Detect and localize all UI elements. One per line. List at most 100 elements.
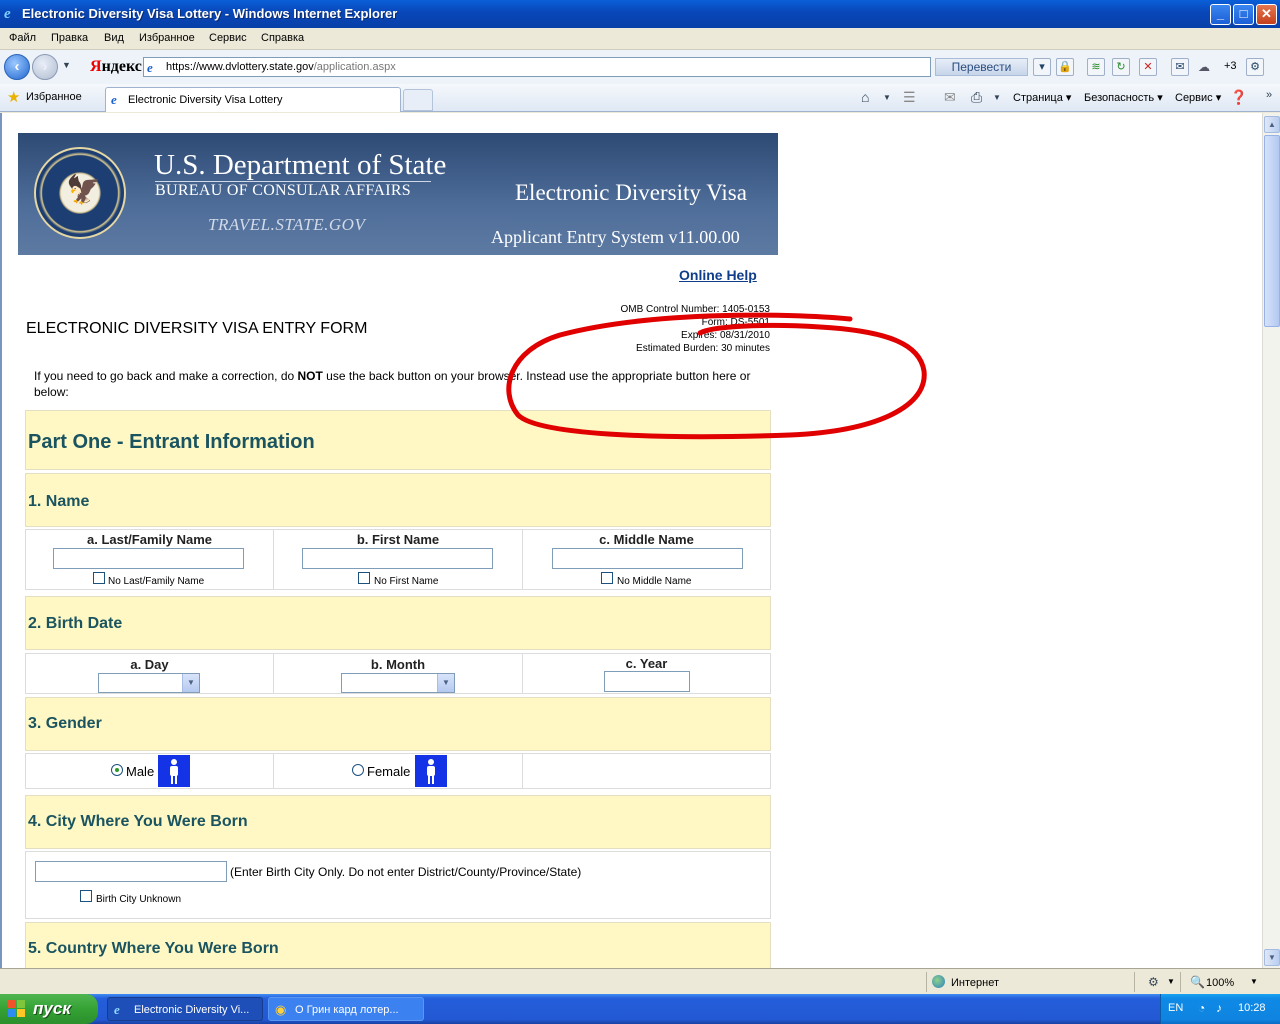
male-label[interactable]: Male	[126, 764, 154, 779]
section-city-title: 4. City Where You Were Born	[28, 813, 248, 830]
online-help-link[interactable]: Online Help	[679, 267, 757, 283]
history-dropdown-icon[interactable]: ▼	[62, 60, 71, 70]
omb-burden: Estimated Burden: 30 minutes	[636, 343, 770, 354]
safety-menu[interactable]: Безопасность ▾	[1084, 91, 1163, 104]
last-name-input[interactable]	[53, 548, 244, 569]
last-name-label: a. Last/Family Name	[87, 532, 212, 547]
help-icon[interactable]: ❓	[1230, 89, 1247, 106]
menu-bar: Файл Правка Вид Избранное Сервис Справка	[0, 28, 1280, 50]
window-titlebar[interactable]: e Electronic Diversity Visa Lottery - Wi…	[0, 0, 1280, 28]
banner-travel-link[interactable]: TRAVEL.STATE.GOV	[208, 215, 365, 235]
menu-tools[interactable]: Сервис	[209, 32, 247, 44]
scroll-down-icon[interactable]: ▼	[1264, 949, 1280, 966]
scroll-thumb[interactable]	[1264, 135, 1280, 327]
close-button[interactable]: ✕	[1256, 4, 1277, 25]
tray-network-icon[interactable]: ◔	[1198, 1001, 1205, 1015]
back-button[interactable]: ‹	[4, 54, 30, 80]
home-dropdown-icon[interactable]: ▼	[883, 93, 891, 102]
menu-help[interactable]: Справка	[261, 32, 304, 44]
no-first-name-checkbox[interactable]	[358, 572, 370, 584]
middle-name-input[interactable]	[552, 548, 743, 569]
compatibility-icon[interactable]: ≋	[1087, 58, 1105, 76]
start-button[interactable]: пуск	[0, 994, 98, 1024]
scroll-up-icon[interactable]: ▲	[1264, 116, 1280, 133]
feeds-icon[interactable]: ☰	[903, 89, 916, 106]
section-gender-title: 3. Gender	[28, 715, 102, 732]
month-select[interactable]: ▼	[341, 673, 455, 693]
female-label[interactable]: Female	[367, 764, 410, 779]
female-radio[interactable]	[352, 764, 364, 776]
refresh-icon[interactable]: ↻	[1112, 58, 1130, 76]
no-middle-name-checkbox[interactable]	[601, 572, 613, 584]
home-icon[interactable]: ⌂	[861, 89, 869, 105]
day-select[interactable]: ▼	[98, 673, 200, 693]
toolbar-settings-icon[interactable]: ⚙	[1246, 58, 1264, 76]
clock[interactable]: 10:28	[1238, 1002, 1266, 1014]
month-dropdown-icon[interactable]: ▼	[437, 674, 454, 692]
language-indicator[interactable]: EN	[1168, 1002, 1183, 1014]
male-radio[interactable]	[111, 764, 123, 776]
print-dropdown-icon[interactable]: ▼	[993, 93, 1001, 102]
print-icon[interactable]: ⎙	[971, 89, 982, 106]
ie-task-icon: e	[114, 1002, 120, 1017]
status-bar: Интернет ⚙ ▼ 🔍 100% ▼	[0, 968, 1280, 994]
new-tab-button[interactable]	[403, 89, 433, 111]
name-row: a. Last/Family Name No Last/Family Name …	[25, 529, 771, 590]
read-mail-icon[interactable]: ✉	[944, 89, 956, 106]
taskbar-ie-window[interactable]: e Electronic Diversity Vi...	[107, 997, 263, 1021]
minimize-button[interactable]: _	[1210, 4, 1231, 25]
year-cell: c. Year	[523, 654, 770, 693]
protected-mode-dropdown-icon[interactable]: ▼	[1167, 977, 1175, 986]
vertical-scrollbar[interactable]: ▲ ▼	[1262, 113, 1280, 968]
forward-button[interactable]: ›	[32, 54, 58, 80]
day-label: a. Day	[130, 657, 169, 672]
zoom-dropdown-icon[interactable]: ▼	[1250, 977, 1258, 986]
chevron-more-icon[interactable]: »	[1266, 89, 1272, 101]
page-menu[interactable]: Страница ▾	[1013, 91, 1071, 104]
taskbar-chrome-window[interactable]: ◉ О Грин кард лотер...	[268, 997, 424, 1021]
url-dropdown-icon[interactable]: ▾	[1033, 58, 1051, 76]
favorites-star-icon[interactable]: ★	[7, 88, 20, 106]
protected-mode-icon[interactable]: ⚙	[1148, 975, 1159, 989]
maximize-button[interactable]: □	[1233, 4, 1254, 25]
middle-name-cell: c. Middle Name No Middle Name	[523, 530, 770, 589]
section-gender-header: 3. Gender	[25, 697, 771, 751]
stop-icon[interactable]: ✕	[1139, 58, 1157, 76]
translate-button[interactable]: Перевести	[935, 58, 1028, 76]
zoom-icon[interactable]: 🔍	[1190, 975, 1205, 989]
last-name-cell: a. Last/Family Name No Last/Family Name	[26, 530, 274, 589]
first-name-input[interactable]	[302, 548, 493, 569]
status-separator	[1134, 972, 1135, 992]
page-icon: e	[147, 60, 153, 75]
chrome-task-icon: ◉	[275, 1002, 287, 1017]
lock-icon[interactable]: 🔒	[1056, 58, 1074, 76]
birth-city-unknown-checkbox[interactable]	[80, 890, 92, 902]
section-birthdate-header: 2. Birth Date	[25, 596, 771, 650]
instructions: If you need to go back and make a correc…	[34, 369, 751, 399]
weather-icon[interactable]: ☁	[1198, 60, 1210, 74]
menu-file[interactable]: Файл	[9, 32, 36, 44]
zoom-level[interactable]: 100%	[1206, 977, 1234, 989]
site-banner: 🦅 U.S. Department of State BUREAU OF CON…	[18, 133, 778, 255]
favorites-bar: ★ Избранное e Electronic Diversity Visa …	[0, 84, 1280, 112]
no-last-name-checkbox[interactable]	[93, 572, 105, 584]
tray-volume-icon[interactable]: ♪	[1216, 1001, 1222, 1015]
part-one-header: Part One - Entrant Information	[25, 410, 771, 470]
tools-menu[interactable]: Сервис ▾	[1175, 91, 1221, 104]
section-name-title: 1. Name	[28, 493, 90, 510]
day-dropdown-icon[interactable]: ▼	[182, 674, 199, 692]
ie-icon: e	[4, 6, 11, 22]
birthdate-row: a. Day ▼ b. Month ▼ c. Year	[25, 653, 771, 694]
tab-active[interactable]: e Electronic Diversity Visa Lottery	[105, 87, 401, 112]
menu-edit[interactable]: Правка	[51, 32, 88, 44]
part-one-title: Part One - Entrant Information	[28, 431, 315, 453]
no-last-name-label: No Last/Family Name	[108, 576, 205, 587]
url-field[interactable]: e https://www.dvlottery.state.gov/applic…	[143, 57, 931, 77]
year-input[interactable]	[604, 671, 690, 692]
menu-favorites[interactable]: Избранное	[139, 32, 195, 44]
taskbar-ie-label: Electronic Diversity Vi...	[134, 1004, 250, 1016]
mail-icon[interactable]: ✉	[1171, 58, 1189, 76]
favorites-label[interactable]: Избранное	[26, 91, 82, 103]
menu-view[interactable]: Вид	[104, 32, 124, 44]
birth-city-input[interactable]	[35, 861, 227, 882]
